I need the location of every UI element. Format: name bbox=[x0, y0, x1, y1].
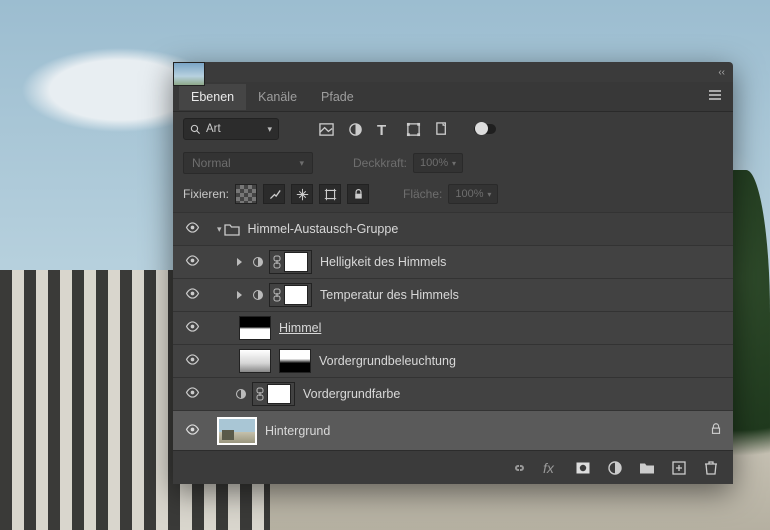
visibility-icon[interactable] bbox=[183, 222, 201, 236]
panel-titlebar: × ‹‹ bbox=[173, 62, 733, 82]
mask-icon[interactable] bbox=[575, 460, 591, 476]
blend-row: Normal ▾ Deckkraft: 100% ▾ bbox=[173, 146, 733, 180]
adjustment-icon bbox=[252, 256, 264, 268]
visibility-icon[interactable] bbox=[183, 387, 201, 401]
mask-thumb[interactable] bbox=[279, 349, 311, 373]
layers-panel: × ‹‹ Ebenen Kanäle Pfade Art ▾ T Normal … bbox=[173, 62, 733, 484]
link-icon bbox=[256, 387, 264, 401]
lock-artboard-button[interactable] bbox=[319, 184, 341, 204]
lock-icon bbox=[709, 422, 723, 439]
layer-thumb[interactable] bbox=[217, 417, 257, 445]
fill-input[interactable]: 100% ▾ bbox=[448, 184, 498, 204]
group-icon[interactable] bbox=[639, 460, 655, 476]
layer-name[interactable]: Himmel-Austausch-Gruppe bbox=[248, 222, 399, 236]
fx-icon[interactable]: fx bbox=[543, 460, 559, 476]
type-icon[interactable]: T bbox=[377, 122, 392, 137]
blend-mode-label: Normal bbox=[192, 156, 231, 170]
tab-layers[interactable]: Ebenen bbox=[179, 84, 246, 110]
layers-list: ▾ Himmel-Austausch-Gruppe Helligkeit des… bbox=[173, 212, 733, 450]
layer-item[interactable]: Vordergrundfarbe bbox=[173, 377, 733, 410]
layer-item[interactable]: Himmel bbox=[173, 311, 733, 344]
layer-name[interactable]: Vordergrundfarbe bbox=[303, 387, 400, 401]
opacity-value: 100% bbox=[420, 157, 448, 169]
clip-icon bbox=[235, 289, 247, 301]
layer-item[interactable]: Vordergrundbeleuchtung bbox=[173, 344, 733, 377]
layer-item[interactable]: Temperatur des Himmels bbox=[173, 278, 733, 311]
lock-image-button[interactable] bbox=[263, 184, 285, 204]
filter-label: Art bbox=[206, 123, 221, 135]
layer-name[interactable]: Hintergrund bbox=[265, 424, 330, 438]
chevron-down-icon: ▾ bbox=[299, 158, 304, 169]
adjustment-icon[interactable] bbox=[607, 460, 623, 476]
layer-item[interactable]: Helligkeit des Himmels bbox=[173, 245, 733, 278]
smartobject-icon[interactable] bbox=[435, 122, 450, 137]
layer-name[interactable]: Vordergrundbeleuchtung bbox=[319, 354, 456, 368]
lock-row: Fixieren: Fläche: 100% ▾ bbox=[173, 180, 733, 212]
search-icon bbox=[190, 124, 201, 135]
folder-icon bbox=[224, 223, 240, 236]
opacity-label: Deckkraft: bbox=[353, 156, 407, 170]
layer-name[interactable]: Himmel bbox=[279, 321, 321, 335]
layer-background[interactable]: Hintergrund bbox=[173, 410, 733, 450]
mask-thumb[interactable] bbox=[267, 384, 291, 404]
chevron-down-icon: ▾ bbox=[452, 159, 456, 168]
layer-name[interactable]: Helligkeit des Himmels bbox=[320, 255, 446, 269]
visibility-icon[interactable] bbox=[183, 288, 201, 302]
link-box bbox=[269, 250, 312, 274]
lock-transparency-button[interactable] bbox=[235, 184, 257, 204]
panel-menu-icon[interactable] bbox=[703, 83, 727, 110]
tab-channels[interactable]: Kanäle bbox=[246, 84, 309, 110]
tab-paths[interactable]: Pfade bbox=[309, 84, 366, 110]
visibility-icon[interactable] bbox=[183, 424, 201, 438]
adjustment-icon[interactable] bbox=[348, 122, 363, 137]
lock-label: Fixieren: bbox=[183, 187, 229, 201]
link-box bbox=[252, 382, 295, 406]
link-icon bbox=[273, 255, 281, 269]
opacity-input[interactable]: 100% ▾ bbox=[413, 153, 463, 173]
chevron-down-icon: ▾ bbox=[267, 124, 272, 135]
adjustment-icon bbox=[235, 388, 247, 400]
layer-kind-filter[interactable]: Art ▾ bbox=[183, 118, 279, 140]
link-icon bbox=[273, 288, 281, 302]
link-icon[interactable] bbox=[511, 460, 527, 476]
mask-thumb[interactable] bbox=[284, 252, 308, 272]
layer-thumb[interactable] bbox=[173, 62, 205, 86]
collapse-icon[interactable]: ‹‹ bbox=[718, 67, 725, 78]
filter-type-icons: T bbox=[319, 122, 496, 137]
mask-thumb[interactable] bbox=[239, 316, 271, 340]
link-box bbox=[269, 283, 312, 307]
layer-group[interactable]: ▾ Himmel-Austausch-Gruppe bbox=[173, 212, 733, 245]
visibility-icon[interactable] bbox=[183, 255, 201, 269]
shape-icon[interactable] bbox=[406, 122, 421, 137]
chevron-down-icon: ▾ bbox=[487, 190, 491, 199]
chevron-down-icon[interactable]: ▾ bbox=[217, 224, 222, 235]
mask-thumb[interactable] bbox=[284, 285, 308, 305]
clip-icon bbox=[235, 256, 247, 268]
adjustment-icon bbox=[252, 289, 264, 301]
lock-all-button[interactable] bbox=[347, 184, 369, 204]
fill-label: Fläche: bbox=[403, 187, 442, 201]
layer-name[interactable]: Temperatur des Himmels bbox=[320, 288, 459, 302]
trash-icon[interactable] bbox=[703, 460, 719, 476]
toggle-knob bbox=[475, 122, 488, 135]
visibility-icon[interactable] bbox=[183, 354, 201, 368]
filter-row: Art ▾ T bbox=[173, 112, 733, 146]
lock-position-button[interactable] bbox=[291, 184, 313, 204]
panel-tabs: Ebenen Kanäle Pfade bbox=[173, 82, 733, 112]
new-icon[interactable] bbox=[671, 460, 687, 476]
fill-value: 100% bbox=[455, 188, 483, 200]
blend-mode-select[interactable]: Normal ▾ bbox=[183, 152, 313, 174]
layer-thumb[interactable] bbox=[239, 349, 271, 373]
visibility-icon[interactable] bbox=[183, 321, 201, 335]
image-icon[interactable] bbox=[319, 122, 334, 137]
panel-footer: fx bbox=[173, 450, 733, 484]
filter-toggle[interactable] bbox=[474, 124, 496, 134]
